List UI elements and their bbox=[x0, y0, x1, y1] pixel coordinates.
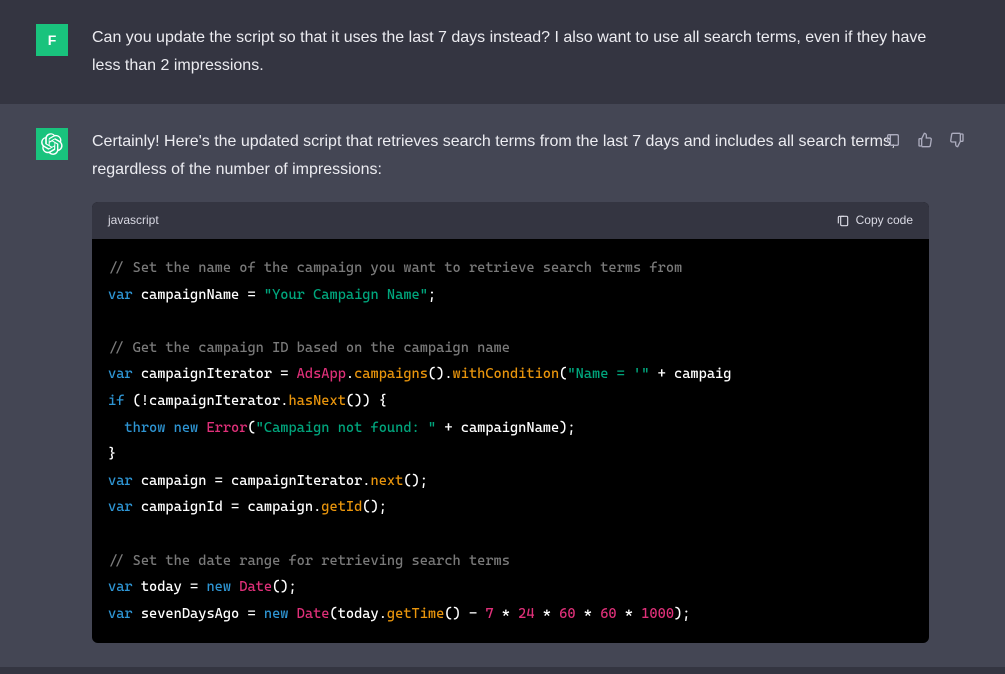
code-token: + campaig bbox=[649, 366, 731, 382]
code-token: Date bbox=[239, 579, 272, 595]
code-token: 24 bbox=[518, 606, 534, 622]
code-token: (today. bbox=[329, 606, 386, 622]
code-block: javascript Copy code // Set the name of … bbox=[92, 202, 929, 643]
code-token: (!campaignIterator. bbox=[124, 393, 288, 409]
assistant-avatar bbox=[36, 128, 68, 160]
code-token: "Your Campaign Name" bbox=[264, 287, 428, 303]
code-token: campaign bbox=[141, 473, 207, 489]
code-token bbox=[288, 606, 296, 622]
code-token bbox=[133, 499, 141, 515]
code-token: = bbox=[239, 287, 264, 303]
code-token: = bbox=[272, 366, 297, 382]
copy-code-button[interactable]: Copy code bbox=[836, 210, 913, 231]
code-token: ); bbox=[674, 606, 690, 622]
code-token: new bbox=[206, 579, 231, 595]
user-avatar-letter: F bbox=[48, 32, 57, 48]
code-token bbox=[133, 287, 141, 303]
code-token bbox=[133, 606, 141, 622]
user-message-row: F Can you update the script so that it u… bbox=[0, 0, 1005, 104]
code-token: (); bbox=[272, 579, 297, 595]
code-token: sevenDaysAgo bbox=[141, 606, 239, 622]
code-token: 1000 bbox=[641, 606, 674, 622]
code-token: * bbox=[576, 606, 601, 622]
code-token: throw bbox=[124, 420, 165, 436]
code-token: + campaignName); bbox=[436, 420, 575, 436]
code-token: (); bbox=[362, 499, 387, 515]
user-message-text: Can you update the script so that it use… bbox=[92, 24, 969, 80]
thumbs-down-button[interactable] bbox=[945, 128, 969, 152]
code-token: next bbox=[371, 473, 404, 489]
code-token bbox=[165, 420, 173, 436]
code-token: new bbox=[174, 420, 199, 436]
assistant-message-text: Certainly! Here's the updated script tha… bbox=[92, 128, 929, 184]
code-token: getId bbox=[321, 499, 362, 515]
code-token: campaigns bbox=[354, 366, 428, 382]
code-token: 7 bbox=[485, 606, 493, 622]
code-token: Error bbox=[206, 420, 247, 436]
code-token: (); bbox=[403, 473, 428, 489]
code-token: var bbox=[108, 579, 133, 595]
code-token bbox=[108, 420, 124, 436]
code-token: var bbox=[108, 473, 133, 489]
code-token: Date bbox=[297, 606, 330, 622]
assistant-message-row: Certainly! Here's the updated script tha… bbox=[0, 104, 1005, 667]
code-token: withCondition bbox=[453, 366, 560, 382]
code-token: campaignId bbox=[141, 499, 223, 515]
code-token: today bbox=[141, 579, 182, 595]
message-actions bbox=[881, 128, 969, 152]
openai-icon bbox=[41, 133, 63, 155]
code-body[interactable]: // Set the name of the campaign you want… bbox=[92, 239, 929, 643]
code-token: () - bbox=[444, 606, 485, 622]
code-token: = bbox=[239, 606, 264, 622]
code-token: = campaignIterator. bbox=[206, 473, 370, 489]
code-token: var bbox=[108, 606, 133, 622]
code-language-label: javascript bbox=[108, 210, 159, 231]
code-token: 60 bbox=[600, 606, 616, 622]
code-token: * bbox=[535, 606, 560, 622]
code-token: ; bbox=[428, 287, 436, 303]
copy-code-label: Copy code bbox=[856, 210, 913, 231]
clipboard-icon bbox=[836, 214, 850, 228]
code-token: . bbox=[346, 366, 354, 382]
thumbs-down-icon bbox=[949, 132, 965, 148]
clipboard-icon bbox=[885, 132, 901, 148]
code-token bbox=[133, 579, 141, 595]
code-token: var bbox=[108, 366, 133, 382]
code-token: = bbox=[182, 579, 207, 595]
code-token: ()) { bbox=[346, 393, 387, 409]
code-token: ( bbox=[247, 420, 255, 436]
code-token: "Name = '" bbox=[567, 366, 649, 382]
code-token: "Campaign not found: " bbox=[256, 420, 436, 436]
code-token: = campaign. bbox=[223, 499, 321, 515]
code-token: * bbox=[617, 606, 642, 622]
code-token bbox=[133, 473, 141, 489]
code-token: if bbox=[108, 393, 124, 409]
code-token: var bbox=[108, 499, 133, 515]
code-token bbox=[133, 366, 141, 382]
code-token: (). bbox=[428, 366, 453, 382]
code-header: javascript Copy code bbox=[92, 202, 929, 239]
code-token: * bbox=[494, 606, 519, 622]
thumbs-up-icon bbox=[917, 132, 933, 148]
assistant-message-content: Certainly! Here's the updated script tha… bbox=[92, 128, 969, 643]
code-token: } bbox=[108, 446, 116, 462]
code-token: // Set the date range for retrieving sea… bbox=[108, 553, 510, 569]
thumbs-up-button[interactable] bbox=[913, 128, 937, 152]
code-token: new bbox=[264, 606, 289, 622]
code-token: var bbox=[108, 287, 133, 303]
code-token: // Set the name of the campaign you want… bbox=[108, 260, 682, 276]
code-token: campaignName bbox=[141, 287, 239, 303]
code-token: AdsApp bbox=[297, 366, 346, 382]
code-token: getTime bbox=[387, 606, 444, 622]
code-token: 60 bbox=[559, 606, 575, 622]
copy-message-button[interactable] bbox=[881, 128, 905, 152]
code-token: campaignIterator bbox=[141, 366, 272, 382]
user-avatar: F bbox=[36, 24, 68, 56]
code-token: // Get the campaign ID based on the camp… bbox=[108, 340, 510, 356]
code-token: hasNext bbox=[288, 393, 345, 409]
